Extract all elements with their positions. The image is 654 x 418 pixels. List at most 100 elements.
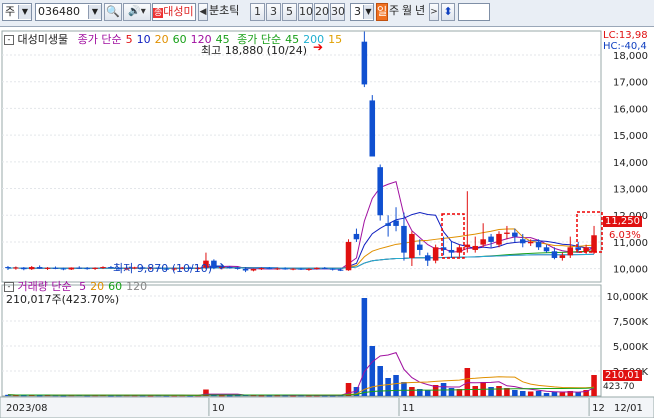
tab-tick[interactable]: 틱 [229,4,239,17]
candle [464,244,471,248]
volume-bar [226,395,233,397]
tab-month-label: 월 [402,4,413,17]
period-count-value: 3 [354,5,361,18]
sound-button[interactable]: 🔊▾ [123,3,151,21]
x-axis-label: 12 [592,403,605,414]
volume-value-text: 210,017주(423.70%) [6,293,120,306]
candle [306,268,312,270]
scroll-toggle-button[interactable]: ⬍ [441,3,455,21]
volume-bar [472,386,479,396]
candle [535,241,542,248]
candle [68,267,75,270]
code-input-value: 036480 [38,5,80,18]
lc-label: LC:13,98 [603,30,648,41]
period-button-10[interactable]: 10 [298,3,313,21]
ma-label: 종가 단순 [77,33,122,46]
candle [567,247,574,256]
period-button-20[interactable]: 20 [314,3,329,21]
candle [353,233,360,240]
candle [591,235,597,253]
search-icon: 🔍 [106,5,120,18]
candle [377,167,383,216]
hc-label: HC:-40,4 [603,41,647,52]
candle [258,268,265,270]
price-tick-label: 18,000 [613,51,648,62]
candle [448,249,455,253]
candle [226,267,233,269]
candle [28,267,35,270]
candle [385,223,391,226]
x-axis-label: 12/01 [614,403,643,414]
ma-period-120: 120 [126,280,148,293]
period-button-3[interactable]: 3 [266,3,281,21]
prev-button[interactable]: ◀ [198,3,208,21]
code-input[interactable]: 036480 ▼ [35,3,102,21]
candle [329,268,336,270]
search-button[interactable]: 🔍 [104,3,122,21]
candle [337,269,344,271]
market-select[interactable]: 주 ▼ [2,3,32,21]
ma-period-15: 15 [328,33,343,46]
left-arrow-icon: ◀ [199,7,207,17]
candle [504,232,510,234]
current-price-tag: 11,250 [603,216,642,227]
volume-axis-ticks: 10,000K7,500K5,000K2,500K [606,292,648,378]
candle [84,268,90,270]
tab-month[interactable]: 월 [402,3,414,21]
period-button-5[interactable]: 5 [282,3,297,21]
volume-bar [361,298,368,396]
count-input[interactable] [458,3,490,21]
price-tick-label: 10,000 [613,265,648,276]
volume-bar [369,346,376,396]
volume-tick-label: 10,000K [606,292,648,303]
volume-bar [519,391,526,396]
period-count-select[interactable]: 3 ▼ [350,3,374,21]
low-arrow-icon: ➔ [215,259,226,273]
volume-bar [591,375,597,396]
candle [543,247,550,252]
candle [36,267,43,269]
low-annotation: 최저 9,870 (10/10) [113,262,213,275]
candle [60,268,67,270]
volume-bar [488,387,494,396]
volume-bar [464,368,471,396]
period-button-1[interactable]: 1 [250,3,265,21]
price-panel-area [1,30,602,283]
tab-year[interactable]: 년 [415,3,427,21]
ma-period-5: 5 [125,33,133,46]
x-axis-label: 10 [212,403,225,414]
high-arrow-icon: ➔ [313,40,324,54]
tab-minute[interactable]: 분 [209,4,219,17]
tab-day[interactable]: 일 [376,3,388,21]
tab-second[interactable]: 초 [219,4,229,17]
candle [401,225,407,253]
tab-week[interactable]: 주 [389,3,401,21]
next-button[interactable]: > [429,3,439,21]
tab-week-label: 주 [389,4,400,17]
candle [417,244,423,250]
collapse-icon[interactable]: - [4,35,14,45]
volume-bar [551,392,558,396]
x-axis-bar [0,396,654,418]
right-arrow-icon: > [430,7,438,17]
ma-period-60: 60 [172,33,187,46]
volume-pct-tag: 423.70 [603,382,635,392]
candle [512,232,518,237]
candle [424,255,431,261]
stock-label: 대성미생물 [17,33,69,46]
price-tick-label: 14,000 [613,158,648,169]
chart-frame: 18,00017,00016,00015,00014,00013,00012,0… [0,30,654,418]
candle [76,267,83,269]
candle [274,268,281,270]
volume-bar [535,391,542,396]
chevron-down-icon: ▼ [88,5,101,19]
volume-bar [527,391,534,396]
stock-badge-icon: 종 [153,8,164,18]
up-down-arrow-icon: ⬍ [443,5,453,18]
candle [298,268,304,270]
volume-bar [512,390,518,396]
volume-bar [448,388,455,396]
candle [480,239,486,245]
volume-bar [393,375,399,396]
period-button-30[interactable]: 30 [330,3,345,21]
